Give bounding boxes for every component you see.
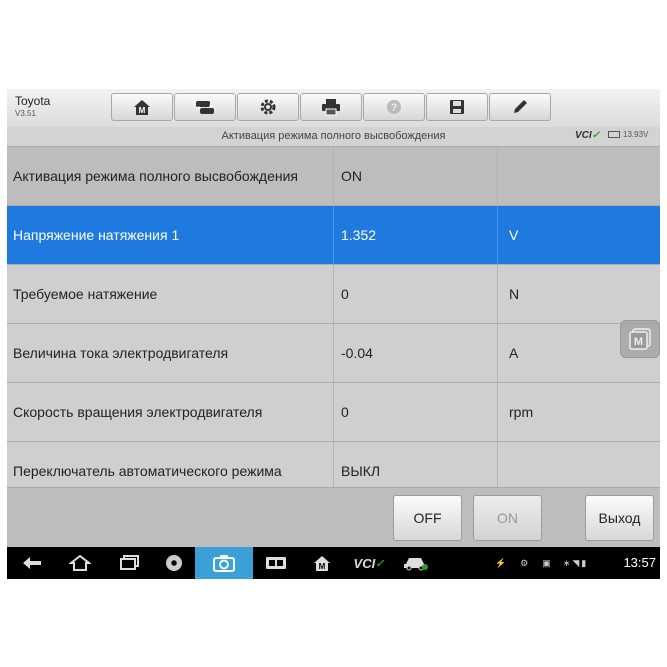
maxisys-home-button[interactable]: M xyxy=(307,547,337,579)
top-toolbar: Toyota V3.51 M ? xyxy=(7,89,660,128)
column-divider xyxy=(333,206,334,264)
vci-status: VCI✓ xyxy=(575,130,600,141)
column-divider xyxy=(333,383,334,441)
row-unit: N xyxy=(509,286,520,302)
battery-status-icon: ▮ xyxy=(581,557,587,568)
status-icons: ⚡ ⚙ ▣ ∗ ◥ ▮ xyxy=(495,547,586,579)
row-unit: rpm xyxy=(509,404,534,420)
toolbar-buttons: M ? xyxy=(111,93,552,121)
remote-desk-button[interactable] xyxy=(261,547,291,579)
function-title-bar: Активация режима полного высвобождения V… xyxy=(7,127,660,147)
home-button[interactable]: M xyxy=(111,93,173,121)
battery-voltage: 13.93V xyxy=(623,130,649,139)
live-data-table: Активация режима полного высвобождения O… xyxy=(7,147,660,501)
print-button[interactable] xyxy=(300,93,362,121)
image-icon: ▣ xyxy=(542,557,551,568)
table-row-selected[interactable]: Напряжение натяжения 1 1.352 V xyxy=(7,206,660,265)
vehicle-shortcut-button[interactable] xyxy=(399,547,433,579)
vci-label: VCI xyxy=(575,130,592,141)
column-divider xyxy=(333,265,334,323)
software-version: V3.51 xyxy=(15,109,36,118)
column-divider xyxy=(333,147,334,205)
help-icon: ? xyxy=(387,100,401,114)
floating-m-icon: M xyxy=(629,328,651,350)
off-button[interactable]: OFF xyxy=(393,495,462,541)
android-home-button[interactable] xyxy=(65,547,95,579)
row-value: ON xyxy=(341,168,362,184)
column-divider xyxy=(497,265,498,323)
vci-connected-icon: ✓ xyxy=(591,130,601,141)
battery-status: 13.93V xyxy=(608,130,648,139)
nav-vci-label: VCI xyxy=(353,555,376,571)
svg-text:M: M xyxy=(634,336,643,348)
vehicle-swap-button[interactable] xyxy=(174,93,236,121)
help-button[interactable]: ? xyxy=(363,93,425,121)
wifi-icon: ◥ xyxy=(572,557,580,568)
action-bar: OFF ON Выход xyxy=(7,487,660,548)
column-divider xyxy=(497,383,498,441)
edit-pen-icon xyxy=(514,100,527,113)
android-debug-icon: ⚙ xyxy=(520,557,529,568)
clock: 13:57 xyxy=(623,555,656,570)
row-unit: V xyxy=(509,227,519,243)
row-value: -0.04 xyxy=(341,345,373,361)
column-divider xyxy=(333,324,334,382)
recent-apps-button[interactable] xyxy=(115,547,145,579)
settings-button[interactable] xyxy=(237,93,299,121)
battery-icon xyxy=(608,131,620,138)
save-button[interactable] xyxy=(426,93,488,121)
column-divider xyxy=(497,147,498,205)
table-row[interactable]: Величина тока электродвигателя -0.04 A xyxy=(7,324,660,383)
row-name: Скорость вращения электродвигателя xyxy=(13,404,263,420)
vehicle-swap-icon xyxy=(196,101,214,114)
row-name: Напряжение натяжения 1 xyxy=(13,227,180,243)
column-divider xyxy=(497,324,498,382)
exit-button[interactable]: Выход xyxy=(585,495,654,541)
back-button[interactable] xyxy=(17,547,47,579)
camera-icon xyxy=(213,555,235,572)
home-icon: M xyxy=(134,100,150,115)
print-icon xyxy=(322,99,340,116)
floating-menu-button[interactable]: M xyxy=(620,320,660,358)
app-screen: Toyota V3.51 M ? Активация режима полног… xyxy=(7,89,660,579)
save-icon xyxy=(450,100,464,114)
recent-apps-icon xyxy=(120,555,139,570)
remote-desk-icon xyxy=(266,557,286,569)
on-button[interactable]: ON xyxy=(473,495,542,541)
chrome-icon xyxy=(166,555,182,571)
edit-button[interactable] xyxy=(489,93,551,121)
usb-icon: ⚡ xyxy=(495,557,507,568)
row-value: 0 xyxy=(341,404,349,420)
row-name: Активация режима полного высвобождения xyxy=(13,168,299,184)
browser-button[interactable] xyxy=(159,547,189,579)
row-value: 1.352 xyxy=(341,227,377,243)
back-arrow-icon xyxy=(23,557,41,569)
nav-vci-check-icon: ✓ xyxy=(375,557,385,570)
svg-text:?: ? xyxy=(391,102,398,114)
brand-block: Toyota V3.51 xyxy=(15,94,105,118)
screenshot-button[interactable] xyxy=(195,547,253,579)
android-navigation-bar: M VCI ✓ ⚡ ⚙ ▣ ∗ ◥ ▮ 13:57 xyxy=(7,547,660,579)
row-name: Требуемое натяжение xyxy=(13,286,158,302)
function-title: Активация режима полного высвобождения xyxy=(221,130,446,142)
car-icon xyxy=(404,558,428,571)
android-home-icon xyxy=(69,554,91,571)
table-row[interactable]: Скорость вращения электродвигателя 0 rpm xyxy=(7,383,660,442)
table-row[interactable]: Требуемое натяжение 0 N xyxy=(7,265,660,324)
bluetooth-icon: ∗ xyxy=(562,557,571,568)
column-divider xyxy=(497,206,498,264)
row-name: Величина тока электродвигателя xyxy=(13,345,229,361)
maxisys-home-icon: M xyxy=(314,556,330,571)
row-unit xyxy=(509,147,659,205)
vci-manager-button[interactable]: VCI ✓ xyxy=(349,547,389,579)
settings-gear-icon xyxy=(260,99,276,115)
row-value: 0 xyxy=(341,286,349,302)
brand-name: Toyota xyxy=(15,94,51,108)
svg-text:M: M xyxy=(139,106,146,115)
table-row[interactable]: Активация режима полного высвобождения O… xyxy=(7,147,660,206)
svg-text:M: M xyxy=(319,562,326,571)
